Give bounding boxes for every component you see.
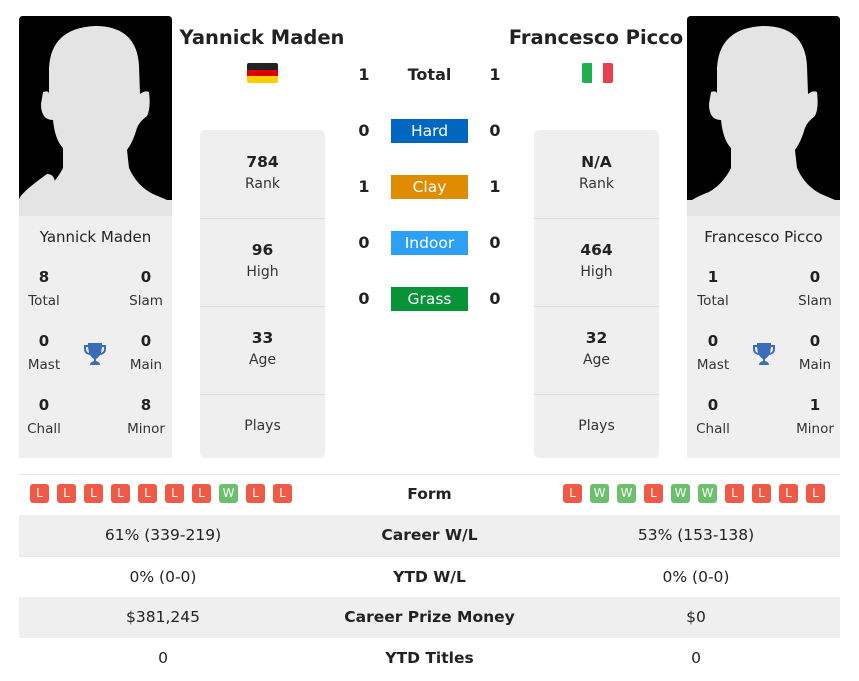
player2-total-titles: 1 Total (697, 268, 729, 309)
player1-heading[interactable]: Yannick Maden (172, 26, 352, 49)
player2-titles-card: Francesco Picco 1 Total 0 Slam 0 Mast 0 … (687, 216, 840, 458)
form-loss-badge[interactable]: L (806, 484, 825, 503)
form-win-badge[interactable]: W (219, 484, 238, 503)
player2-high: 464 High (534, 218, 659, 307)
form-win-badge[interactable]: W (671, 484, 690, 503)
player2-form: LWWLWWLLLL (563, 484, 825, 503)
italy-flag-icon (582, 63, 613, 83)
form-win-badge[interactable]: W (698, 484, 717, 503)
player1-stats-card: 784 Rank 96 High 33 Age Plays (200, 130, 325, 458)
table-row-ytd-wl: 0% (0-0) YTD W/L 0% (0-0) (19, 556, 840, 598)
player2-rank: N/A Rank (534, 130, 659, 219)
form-loss-badge[interactable]: L (725, 484, 744, 503)
form-label: Form (407, 485, 452, 503)
form-win-badge[interactable]: W (617, 484, 636, 503)
player1-ytd-wl: 0% (0-0) (129, 568, 197, 586)
germany-flag-icon (247, 63, 278, 83)
player2-career-wl: 53% (153-138) (637, 526, 755, 544)
player1-slam-titles: 0 Slam (129, 268, 163, 309)
form-loss-badge[interactable]: L (111, 484, 130, 503)
player2-ytd-titles: 0 (691, 649, 701, 667)
h2h-grass-p2: 0 (489, 289, 501, 308)
player1-high: 96 High (200, 218, 325, 307)
player1-ytd-titles: 0 (158, 649, 168, 667)
surface-clay-badge[interactable]: Clay (391, 175, 468, 199)
h2h-grass-p1: 0 (358, 289, 370, 308)
h2h-hard-p2: 0 (489, 121, 501, 140)
form-loss-badge[interactable]: L (563, 484, 582, 503)
table-row-career-wl: 61% (339-219) Career W/L 53% (153-138) (19, 515, 840, 556)
form-loss-badge[interactable]: L (273, 484, 292, 503)
player2-ytd-wl: 0% (0-0) (662, 568, 730, 586)
h2h-total-label: Total (407, 65, 452, 84)
player1-chall-titles: 0 Chall (27, 396, 61, 437)
h2h-total-p1: 1 (358, 65, 370, 84)
player2-age: 32 Age (534, 306, 659, 395)
form-loss-badge[interactable]: L (57, 484, 76, 503)
ytd-wl-label: YTD W/L (393, 568, 466, 586)
player2-mast-titles: 0 Mast (696, 332, 730, 373)
form-loss-badge[interactable]: L (192, 484, 211, 503)
h2h-clay-p2: 1 (489, 177, 501, 196)
form-loss-badge[interactable]: L (644, 484, 663, 503)
form-loss-badge[interactable]: L (84, 484, 103, 503)
player2-plays: Plays (578, 418, 615, 434)
table-row-prize-money: $381,245 Career Prize Money $0 (19, 597, 840, 638)
player1-name[interactable]: Yannick Maden (19, 228, 172, 246)
form-loss-badge[interactable]: L (165, 484, 184, 503)
player1-titles-card: Yannick Maden 8 Total 0 Slam 0 Mast 0 Ma… (19, 216, 172, 458)
surface-indoor-badge[interactable]: Indoor (391, 231, 468, 255)
h2h-indoor-p2: 0 (489, 233, 501, 252)
player2-name[interactable]: Francesco Picco (687, 228, 840, 246)
surface-grass-badge[interactable]: Grass (391, 287, 468, 311)
h2h-indoor-p1: 0 (358, 233, 370, 252)
player2-heading[interactable]: Francesco Picco (506, 26, 686, 49)
player1-main-titles: 0 Main (129, 332, 163, 373)
surface-hard-badge[interactable]: Hard (391, 119, 468, 143)
player2-main-titles: 0 Main (798, 332, 832, 373)
player2-prize-money: $0 (686, 608, 706, 626)
player1-photo (19, 16, 172, 216)
trophy-icon (751, 341, 777, 367)
h2h-total-p2: 1 (489, 65, 501, 84)
career-wl-label: Career W/L (381, 526, 478, 544)
trophy-icon (82, 341, 108, 367)
player2-stats-card: N/A Rank 464 High 32 Age Plays (534, 130, 659, 458)
player2-slam-titles: 0 Slam (798, 268, 832, 309)
form-win-badge[interactable]: W (590, 484, 609, 503)
prize-money-label: Career Prize Money (344, 608, 515, 626)
table-divider (19, 474, 840, 475)
ytd-titles-label: YTD Titles (385, 649, 474, 667)
player1-rank: 784 Rank (200, 130, 325, 219)
table-row-ytd-titles: 0 YTD Titles 0 (19, 638, 840, 679)
player1-prize-money: $381,245 (126, 608, 200, 626)
player2-photo (687, 16, 840, 216)
player1-mast-titles: 0 Mast (27, 332, 61, 373)
form-loss-badge[interactable]: L (752, 484, 771, 503)
silhouette-icon (687, 16, 840, 216)
player1-plays: Plays (244, 418, 281, 434)
player2-chall-titles: 0 Chall (696, 396, 730, 437)
form-loss-badge[interactable]: L (779, 484, 798, 503)
player1-form: LLLLLLLWLL (30, 484, 292, 503)
player1-total-titles: 8 Total (28, 268, 60, 309)
form-loss-badge[interactable]: L (30, 484, 49, 503)
player1-age: 33 Age (200, 306, 325, 395)
h2h-hard-p1: 0 (358, 121, 370, 140)
player1-career-wl: 61% (339-219) (104, 526, 222, 544)
h2h-clay-p1: 1 (358, 177, 370, 196)
silhouette-icon (19, 16, 172, 216)
player2-minor-titles: 1 Minor (796, 396, 834, 437)
form-loss-badge[interactable]: L (138, 484, 157, 503)
form-loss-badge[interactable]: L (246, 484, 265, 503)
player1-minor-titles: 8 Minor (127, 396, 165, 437)
